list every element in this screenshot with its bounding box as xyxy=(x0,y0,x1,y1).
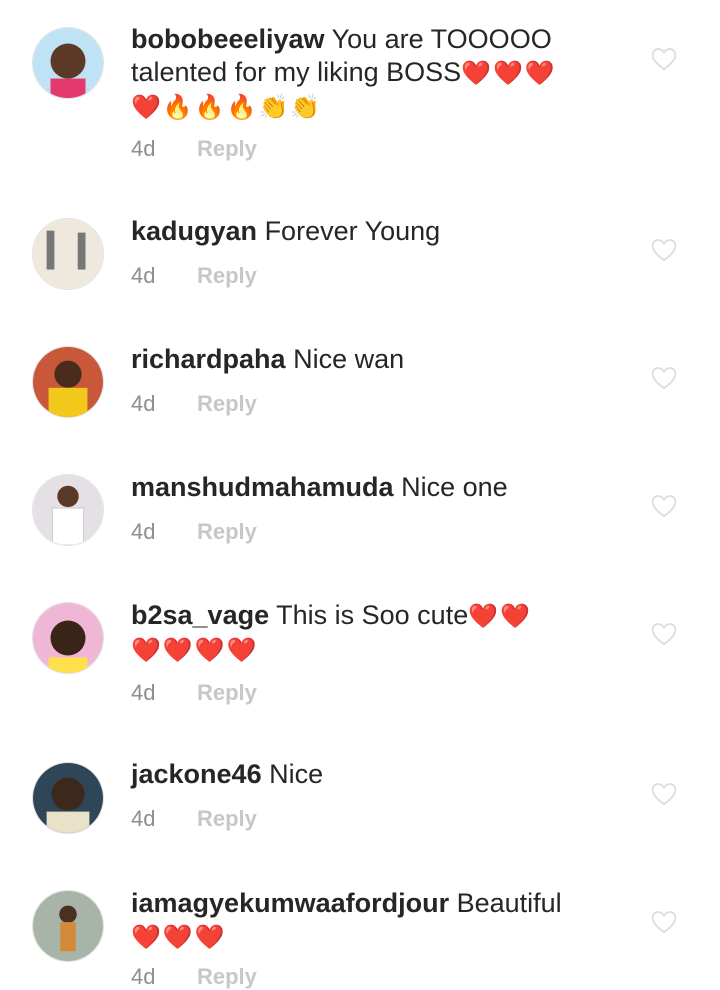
comment-timestamp: 4d xyxy=(131,519,156,544)
comment-text: jackone46 Nice xyxy=(131,758,631,791)
comment-meta: 4d Reply xyxy=(131,136,257,162)
avatar[interactable] xyxy=(32,762,104,834)
comment-text: iamagyekumwaafordjour Beautiful ❤️❤️❤️ xyxy=(131,887,631,954)
comment-timestamp: 4d xyxy=(131,391,156,416)
comment-body: Beautiful xyxy=(456,888,562,918)
comment-meta: 4d Reply xyxy=(131,391,257,417)
comment-username[interactable]: b2sa_vage xyxy=(131,600,269,630)
comment-username[interactable]: kadugyan xyxy=(131,216,257,246)
reply-button[interactable]: Reply xyxy=(197,391,257,416)
comment-username[interactable]: jackone46 xyxy=(131,759,262,789)
comment-body-continued: talented for my liking BOSS xyxy=(131,57,462,87)
comment-meta: 4d Reply xyxy=(131,806,257,832)
heart-emoji-row: ❤️❤️❤️ xyxy=(131,924,227,951)
comment-timestamp: 4d xyxy=(131,136,156,161)
comment-body: Nice one xyxy=(401,472,508,502)
comment-meta: 4d Reply xyxy=(131,519,257,545)
comment-text: manshudmahamuda Nice one xyxy=(131,471,631,504)
comment-body: Nice xyxy=(269,759,324,789)
heart-emoji-row: ❤️❤️❤️❤️ xyxy=(131,637,259,664)
avatar[interactable] xyxy=(32,474,104,546)
reply-button[interactable]: Reply xyxy=(197,519,257,544)
comment-meta: 4d Reply xyxy=(131,680,257,706)
heart-outline-icon[interactable] xyxy=(651,366,677,390)
comment-body: Nice wan xyxy=(293,344,405,374)
comment-body: You are TOOOOO xyxy=(331,24,552,54)
comment-timestamp: 4d xyxy=(131,964,156,989)
avatar[interactable] xyxy=(32,218,104,290)
comment-body: This is Soo cute xyxy=(276,600,469,630)
comment-text: bobobeeeliyaw You are TOOOOO talented fo… xyxy=(131,23,631,124)
reply-button[interactable]: Reply xyxy=(197,964,257,989)
comment-timestamp: 4d xyxy=(131,806,156,831)
heart-outline-icon[interactable] xyxy=(651,238,677,262)
comment-meta: 4d Reply xyxy=(131,263,257,289)
comment-meta: 4d Reply xyxy=(131,964,257,990)
comment-timestamp: 4d xyxy=(131,263,156,288)
heart-outline-icon[interactable] xyxy=(651,47,677,71)
comment-text: b2sa_vage This is Soo cute❤️❤️ ❤️❤️❤️❤️ xyxy=(131,599,631,667)
comment-text: richardpaha Nice wan xyxy=(131,343,631,376)
avatar[interactable] xyxy=(32,602,104,674)
comment-username[interactable]: manshudmahamuda xyxy=(131,472,394,502)
heart-emoji: ❤️❤️ xyxy=(468,603,532,630)
avatar[interactable] xyxy=(32,346,104,418)
heart-emoji: ❤️❤️❤️ xyxy=(461,60,557,87)
comment-body: Forever Young xyxy=(264,216,441,246)
heart-outline-icon[interactable] xyxy=(651,910,677,934)
comment-username[interactable]: iamagyekumwaafordjour xyxy=(131,888,449,918)
heart-outline-icon[interactable] xyxy=(651,622,677,646)
emoji-row: ❤️🔥🔥🔥👏👏 xyxy=(131,94,323,121)
heart-outline-icon[interactable] xyxy=(651,494,677,518)
reply-button[interactable]: Reply xyxy=(197,136,257,161)
comment-text: kadugyan Forever Young xyxy=(131,215,631,248)
reply-button[interactable]: Reply xyxy=(197,263,257,288)
comment-username[interactable]: bobobeeeliyaw xyxy=(131,24,325,54)
reply-button[interactable]: Reply xyxy=(197,806,257,831)
avatar[interactable] xyxy=(32,27,104,99)
heart-outline-icon[interactable] xyxy=(651,782,677,806)
avatar[interactable] xyxy=(32,890,104,962)
comment-timestamp: 4d xyxy=(131,680,156,705)
reply-button[interactable]: Reply xyxy=(197,680,257,705)
comment-username[interactable]: richardpaha xyxy=(131,344,286,374)
